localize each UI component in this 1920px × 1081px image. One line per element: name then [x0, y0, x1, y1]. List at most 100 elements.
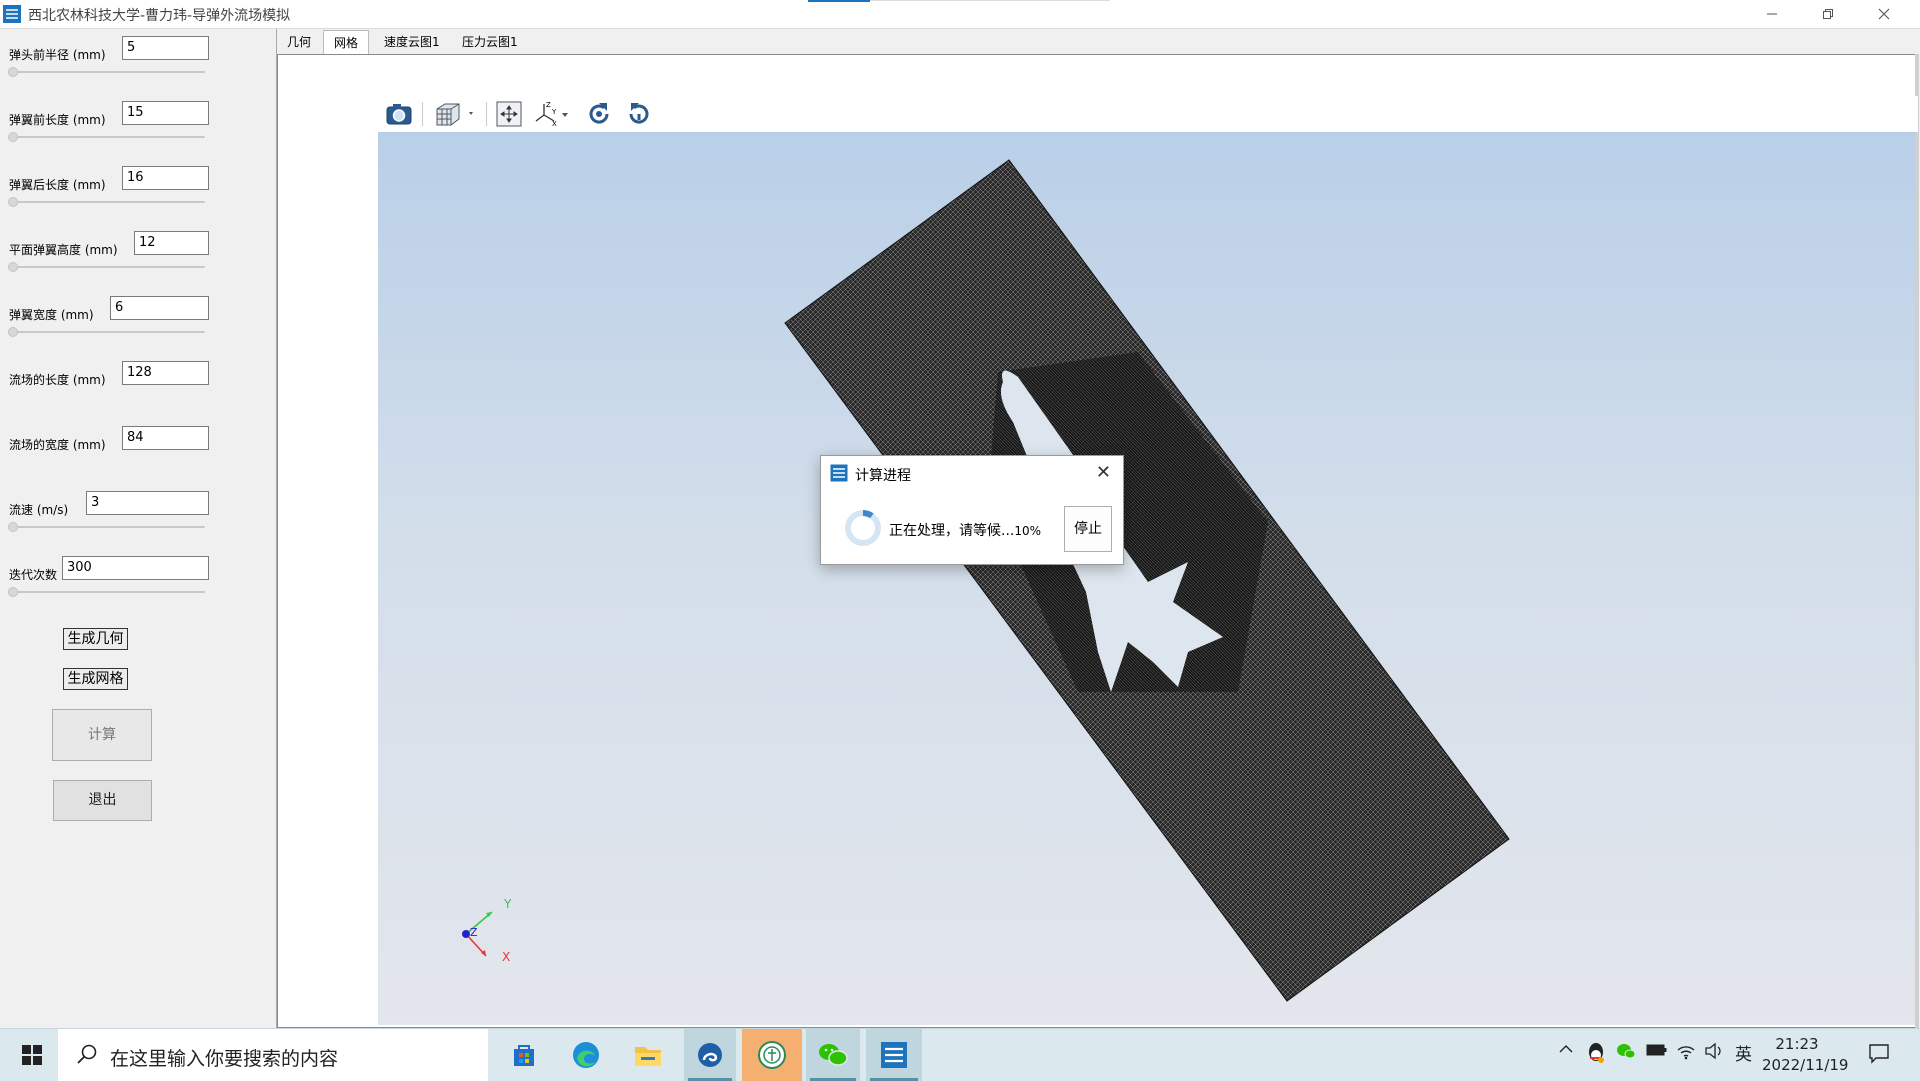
nose-radius-input[interactable]: 5	[122, 36, 209, 60]
tray-qq-icon[interactable]	[1586, 1042, 1606, 1068]
taskbar-search[interactable]: 在这里输入你要搜索的内容	[58, 1029, 488, 1081]
taskbar-store[interactable]	[500, 1029, 548, 1081]
close-icon	[1878, 8, 1890, 20]
university-logo-icon	[758, 1041, 786, 1069]
viewer-toolbar: Z Y X	[378, 96, 1918, 132]
axes-icon: Z Y X	[535, 101, 568, 128]
view-orientation-button[interactable]	[430, 98, 480, 130]
restore-icon	[1823, 9, 1833, 19]
rotate-cw-icon	[589, 103, 609, 124]
slider-track[interactable]	[10, 266, 205, 268]
field-length-input[interactable]: 128	[122, 361, 209, 385]
progress-percent: 10%	[1014, 524, 1042, 538]
param-label: 弹翼宽度 (mm)	[9, 308, 94, 322]
slider-thumb[interactable]	[8, 522, 18, 532]
tray-wifi-icon[interactable]	[1676, 1042, 1696, 1064]
close-button[interactable]	[1856, 0, 1912, 28]
mesh-viewport[interactable]: Y X Z	[378, 132, 1915, 1025]
progress-dialog: 计算进程 ✕ 正在处理，请等候...10% 停止	[820, 455, 1124, 565]
title-bar: 西北农林科技大学-曹力玮-导弹外流场模拟	[0, 0, 1920, 29]
mesh-render	[784, 159, 1510, 1002]
window-title: 西北农林科技大学-曹力玮-导弹外流场模拟	[28, 8, 291, 24]
swirl-app-icon	[698, 1043, 722, 1067]
taskbar-wechat[interactable]	[806, 1029, 860, 1081]
taskbar-simulation-app[interactable]	[866, 1029, 922, 1081]
axis-label-x: X	[502, 950, 511, 964]
slider-thumb[interactable]	[8, 132, 18, 142]
generate-mesh-button[interactable]: 生成网格	[63, 668, 128, 690]
store-icon	[514, 1045, 534, 1066]
wing-width-input[interactable]: 6	[110, 296, 209, 320]
fit-view-button[interactable]	[492, 98, 526, 130]
progress-text: 正在处理，请等候...	[889, 523, 1015, 539]
field-width-input[interactable]: 84	[122, 426, 209, 450]
rotate-cw-button[interactable]	[582, 98, 616, 130]
start-button[interactable]	[10, 1029, 54, 1081]
restore-button[interactable]	[1800, 0, 1856, 28]
windows-start-icon	[22, 1045, 42, 1065]
axes-view-button[interactable]: Z Y X	[530, 98, 574, 130]
taskbar-app-blue[interactable]	[684, 1029, 736, 1081]
minimize-button[interactable]	[1744, 0, 1800, 28]
param-label: 弹翼后长度 (mm)	[9, 178, 106, 192]
camera-icon	[386, 104, 412, 125]
param-label: 迭代次数	[9, 568, 58, 582]
tab-pressure-contour[interactable]: 压力云图1	[452, 30, 528, 54]
tray-input-method[interactable]: 英	[1735, 1040, 1752, 1065]
rotate-ccw-icon	[629, 103, 649, 124]
param-label: 弹头前半径 (mm)	[9, 48, 106, 62]
taskbar: 在这里输入你要搜索的内容 英 21:23 2022/11/19	[0, 1028, 1920, 1081]
slider-thumb[interactable]	[8, 327, 18, 337]
notification-icon[interactable]	[1868, 1042, 1890, 1068]
tab-mesh[interactable]: 网格	[323, 30, 370, 54]
slider-track[interactable]	[10, 201, 205, 203]
folder-icon	[635, 1047, 661, 1066]
taskbar-clock[interactable]: 21:23 2022/11/19	[1762, 1034, 1848, 1076]
tray-wechat-icon[interactable]	[1616, 1042, 1636, 1064]
generate-geometry-button[interactable]: 生成几何	[63, 628, 128, 650]
stop-button[interactable]: 停止	[1064, 506, 1112, 552]
wing-rear-length-input[interactable]: 16	[122, 166, 209, 190]
slider-track[interactable]	[10, 136, 205, 138]
toolbar-separator	[486, 102, 487, 126]
tray-volume-icon[interactable]	[1704, 1042, 1724, 1064]
tab-velocity-contour[interactable]: 速度云图1	[374, 30, 450, 54]
slider-track[interactable]	[10, 591, 205, 593]
screenshot-button[interactable]	[382, 98, 416, 130]
wing-front-length-input[interactable]: 15	[122, 101, 209, 125]
vertical-scrollbar[interactable]	[1915, 54, 1919, 1028]
dialog-close-icon[interactable]: ✕	[1096, 462, 1111, 483]
flow-speed-input[interactable]: 3	[86, 491, 209, 515]
compute-button[interactable]: 计算	[52, 709, 152, 761]
search-placeholder: 在这里输入你要搜索的内容	[110, 1048, 339, 1070]
tray-battery-icon[interactable]	[1646, 1042, 1668, 1062]
taskbar-edge[interactable]	[562, 1029, 610, 1081]
rotate-ccw-button[interactable]	[622, 98, 656, 130]
taskbar-university-app[interactable]	[742, 1029, 802, 1081]
app-icon	[881, 1042, 907, 1068]
svg-text:X: X	[552, 120, 557, 128]
slider-thumb[interactable]	[8, 67, 18, 77]
iterations-input[interactable]: 300	[62, 556, 209, 580]
slider-track[interactable]	[10, 71, 205, 73]
tray-overflow-chevron-icon[interactable]	[1558, 1042, 1574, 1060]
minimize-icon	[1767, 13, 1777, 15]
slider-thumb[interactable]	[8, 262, 18, 272]
wing-height-input[interactable]: 12	[134, 231, 209, 255]
slider-thumb[interactable]	[8, 197, 18, 207]
param-label: 弹翼前长度 (mm)	[9, 113, 106, 127]
fit-view-icon	[496, 101, 522, 127]
exit-button[interactable]: 退出	[53, 780, 152, 821]
title-accent	[808, 0, 870, 2]
param-label: 流速 (m/s)	[9, 503, 69, 517]
taskbar-file-explorer[interactable]	[624, 1029, 672, 1081]
svg-text:Z: Z	[546, 101, 551, 109]
slider-track[interactable]	[10, 526, 205, 528]
param-label: 平面弹翼高度 (mm)	[9, 243, 118, 257]
tab-geometry[interactable]: 几何	[277, 30, 321, 54]
slider-thumb[interactable]	[8, 587, 18, 597]
param-label: 流场的长度 (mm)	[9, 373, 106, 387]
app-icon	[3, 5, 21, 23]
param-label: 流场的宽度 (mm)	[9, 438, 106, 452]
slider-track[interactable]	[10, 331, 205, 333]
